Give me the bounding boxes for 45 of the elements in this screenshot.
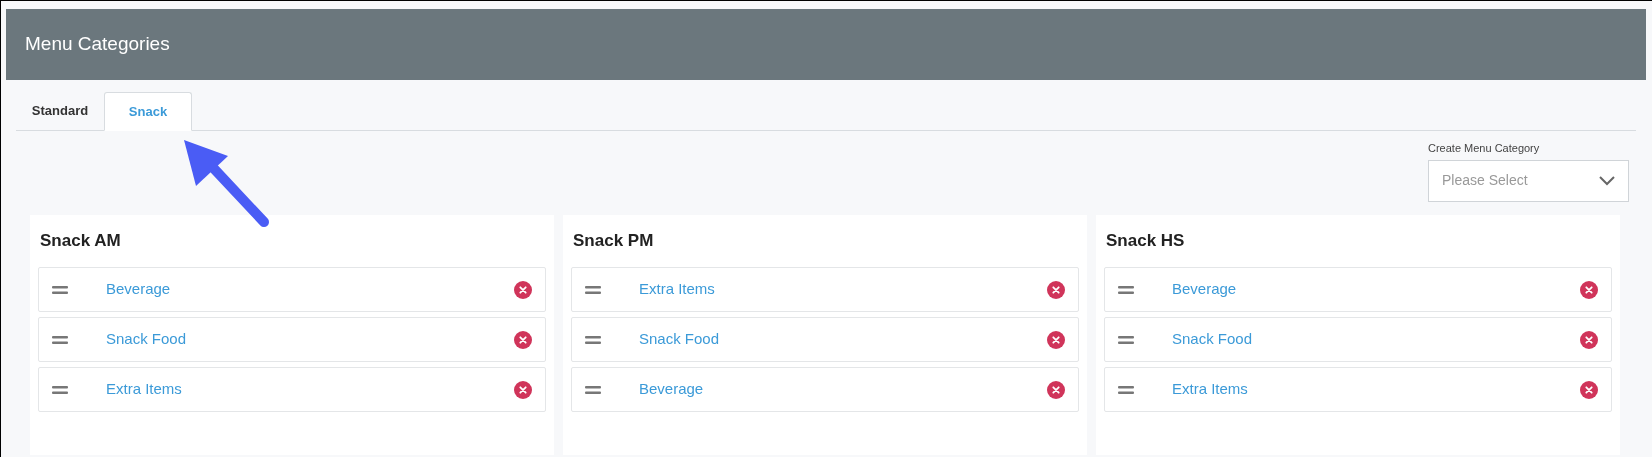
- remove-icon[interactable]: [514, 330, 532, 349]
- drag-handle-icon[interactable]: [585, 385, 601, 394]
- drag-handle-icon[interactable]: [585, 285, 601, 294]
- remove-icon[interactable]: [1580, 330, 1598, 349]
- category-link[interactable]: Snack Food: [1172, 328, 1580, 351]
- drag-handle-icon[interactable]: [585, 335, 601, 344]
- remove-icon[interactable]: [1047, 380, 1065, 399]
- card-title: Snack HS: [1106, 229, 1186, 252]
- remove-icon[interactable]: [514, 380, 532, 399]
- category-row[interactable]: Snack Food: [1104, 317, 1612, 362]
- field-label: Create Menu Category: [1428, 141, 1541, 156]
- tab[interactable]: Standard: [16, 91, 104, 130]
- category-link[interactable]: Beverage: [106, 278, 514, 301]
- category-row[interactable]: Beverage: [1104, 267, 1612, 312]
- drag-handle-icon[interactable]: [1118, 385, 1134, 394]
- category-link[interactable]: Beverage: [639, 378, 1047, 401]
- category-row[interactable]: Extra Items: [38, 367, 546, 412]
- chevron-down-icon: [1599, 175, 1615, 186]
- category-link[interactable]: Extra Items: [639, 278, 1047, 301]
- drag-handle-icon[interactable]: [1118, 335, 1134, 344]
- card-title: Snack PM: [573, 229, 655, 252]
- category-row[interactable]: Snack Food: [38, 317, 546, 362]
- category-link[interactable]: Snack Food: [639, 328, 1047, 351]
- page-title: Menu Categories: [25, 32, 170, 57]
- remove-icon[interactable]: [1047, 330, 1065, 349]
- category-link[interactable]: Snack Food: [106, 328, 514, 351]
- remove-icon[interactable]: [1580, 280, 1598, 299]
- category-row[interactable]: Extra Items: [571, 267, 1079, 312]
- category-link[interactable]: Extra Items: [106, 378, 514, 401]
- drag-handle-icon[interactable]: [52, 335, 68, 344]
- drag-handle-icon[interactable]: [1118, 285, 1134, 294]
- remove-icon[interactable]: [514, 280, 532, 299]
- tab[interactable]: Snack: [104, 92, 192, 131]
- remove-icon[interactable]: [1580, 380, 1598, 399]
- drag-handle-icon[interactable]: [52, 385, 68, 394]
- drag-handle-icon[interactable]: [52, 285, 68, 294]
- remove-icon[interactable]: [1047, 280, 1065, 299]
- category-link[interactable]: Beverage: [1172, 278, 1580, 301]
- category-row[interactable]: Extra Items: [1104, 367, 1612, 412]
- category-row[interactable]: Beverage: [571, 367, 1079, 412]
- card-title: Snack AM: [40, 229, 122, 252]
- category-link[interactable]: Extra Items: [1172, 378, 1580, 401]
- category-row[interactable]: Snack Food: [571, 317, 1079, 362]
- category-row[interactable]: Beverage: [38, 267, 546, 312]
- select-field[interactable]: Please Select: [1428, 159, 1629, 202]
